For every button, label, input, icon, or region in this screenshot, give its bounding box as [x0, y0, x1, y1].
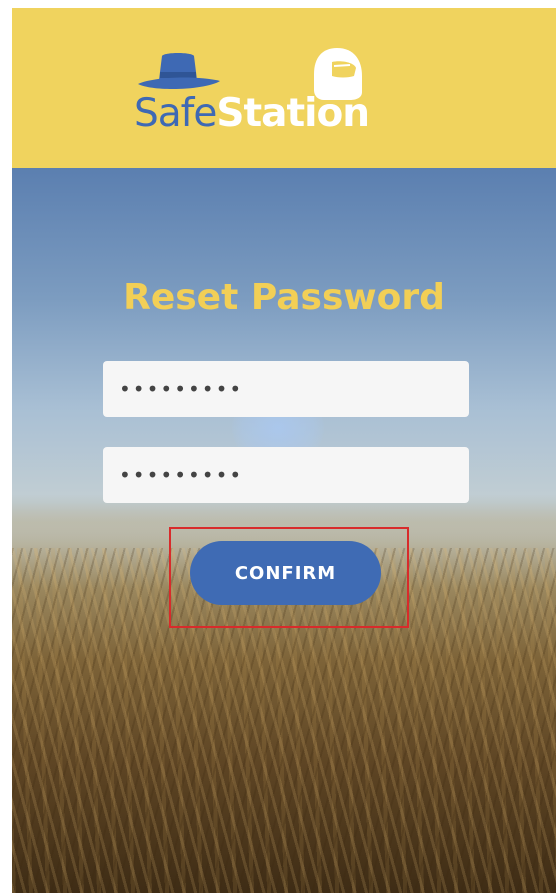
confirm-button[interactable]: CONFIRM	[190, 541, 381, 605]
safestation-logo: SafeStation	[134, 46, 444, 136]
confirm-password-field[interactable]	[103, 447, 469, 503]
logo-text-station: Station	[216, 91, 370, 136]
logo-wordmark: SafeStation	[134, 91, 370, 136]
logo-text-safe: Safe	[134, 91, 217, 136]
new-password-field[interactable]	[103, 361, 469, 417]
reset-password-screen: SafeStation Reset Password CONFIRM	[12, 8, 556, 893]
page-title: Reset Password	[123, 277, 445, 318]
app-header: SafeStation	[12, 8, 556, 168]
